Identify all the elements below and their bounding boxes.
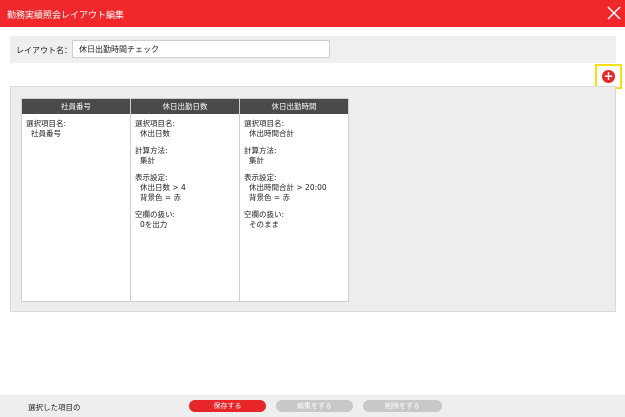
selected-item-caption: 選択した項目の	[28, 403, 81, 412]
window-title: 勤務実績照会レイアウト編集	[7, 11, 125, 21]
column-holiday-days[interactable]: 休日出勤日数 選択項目名: 休出日数 計算方法: 集計 表示設定: 休出日数 >…	[131, 99, 240, 301]
empty-handling-value: そのまま	[249, 220, 279, 229]
empty-handling-label: 空欄の扱い:	[244, 210, 285, 219]
edit-button[interactable]: 編集をする	[276, 400, 353, 412]
display-setting-label: 表示設定:	[244, 173, 277, 182]
close-icon[interactable]	[607, 6, 621, 20]
item-name-label: 選択項目名:	[244, 119, 285, 128]
plus-circle-icon[interactable]: +	[602, 70, 615, 83]
layout-name-label: レイアウト名：	[16, 46, 72, 55]
item-name-value: 社員番号	[31, 129, 61, 138]
layout-name-row: レイアウト名：	[10, 36, 616, 63]
display-condition: 休出時間合計 > 20:00	[249, 183, 327, 192]
footer-bar: 選択した項目の 保存する 編集をする 削除をする	[0, 395, 625, 417]
column-employee-number[interactable]: 社員番号 選択項目名: 社員番号	[22, 99, 131, 301]
display-color: 背景色 = 赤	[140, 193, 182, 202]
item-name-value: 休出日数	[140, 129, 170, 138]
column-body: 選択項目名: 休出時間合計 計算方法: 集計 表示設定: 休出時間合計 > 20…	[240, 114, 348, 230]
display-setting-label: 表示設定:	[135, 173, 168, 182]
layout-name-input[interactable]	[72, 40, 330, 58]
calc-method-value: 集計	[249, 156, 264, 165]
layout-table: 社員番号 選択項目名: 社員番号 休日出勤日数 選択項目名: 休出日数 計算方法…	[21, 98, 349, 302]
display-color: 背景色 = 赤	[249, 193, 291, 202]
item-name-label: 選択項目名:	[135, 119, 176, 128]
column-body: 選択項目名: 社員番号	[22, 114, 130, 139]
empty-handling-label: 空欄の扱い:	[135, 210, 176, 219]
calc-method-value: 集計	[140, 156, 155, 165]
item-name-label: 選択項目名:	[26, 119, 67, 128]
calc-method-label: 計算方法:	[135, 146, 168, 155]
column-header: 休日出勤日数	[131, 99, 239, 114]
column-holiday-hours[interactable]: 休日出勤時間 選択項目名: 休出時間合計 計算方法: 集計 表示設定: 休出時間…	[240, 99, 348, 301]
display-condition: 休出日数 > 4	[140, 183, 186, 192]
empty-handling-value: 0を出力	[140, 220, 168, 229]
layout-panel: 社員番号 選択項目名: 社員番号 休日出勤日数 選択項目名: 休出日数 計算方法…	[10, 86, 616, 312]
item-name-value: 休出時間合計	[249, 129, 294, 138]
column-body: 選択項目名: 休出日数 計算方法: 集計 表示設定: 休出日数 > 4 背景色 …	[131, 114, 239, 230]
save-button[interactable]: 保存する	[189, 400, 266, 412]
delete-button[interactable]: 削除をする	[363, 400, 442, 412]
column-header: 社員番号	[22, 99, 130, 114]
column-header: 休日出勤時間	[240, 99, 348, 114]
calc-method-label: 計算方法:	[244, 146, 277, 155]
title-bar: 勤務実績照会レイアウト編集	[0, 0, 625, 27]
